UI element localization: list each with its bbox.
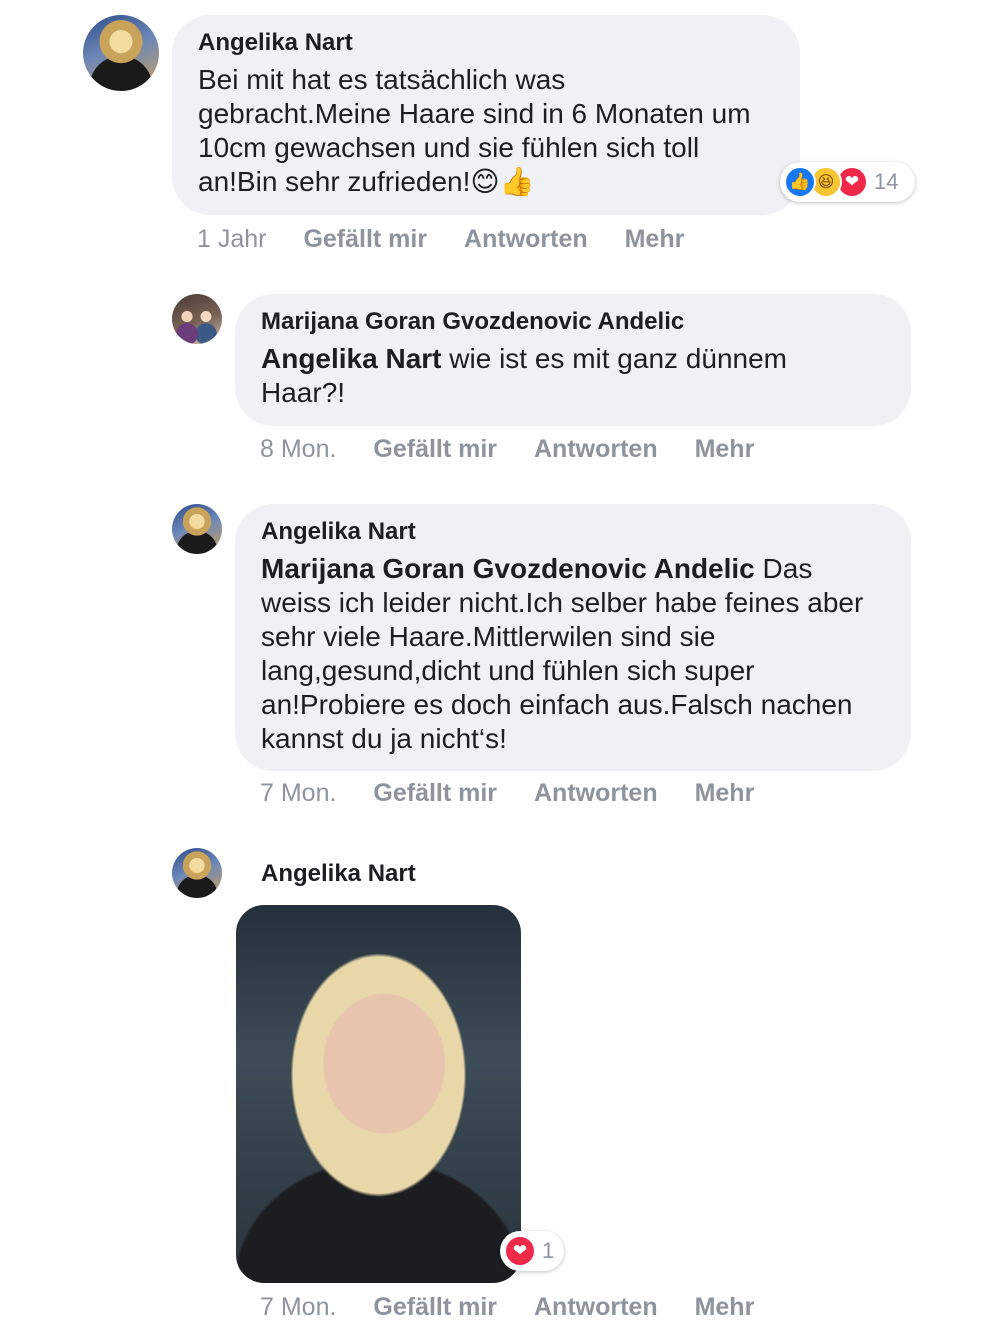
comment-actions: 1 Jahr Gefällt mir Antworten Mehr bbox=[197, 225, 714, 254]
comment-author[interactable]: Angelika Nart bbox=[261, 860, 416, 888]
timestamp[interactable]: 7 Mon. bbox=[260, 779, 336, 807]
love-icon: ❤ bbox=[504, 1235, 536, 1267]
timestamp[interactable]: 1 Jahr bbox=[197, 225, 266, 253]
like-button[interactable]: Gefällt mir bbox=[303, 225, 427, 253]
avatar[interactable] bbox=[172, 848, 222, 898]
emoji: 😊👍 bbox=[470, 166, 535, 197]
comment-photo[interactable] bbox=[236, 905, 521, 1283]
comment-actions: 7 Mon. Gefällt mir Antworten Mehr bbox=[260, 1293, 784, 1322]
comment-bubble: Angelika Nart Marijana Goran Gvozdenovic… bbox=[235, 504, 911, 771]
avatar[interactable] bbox=[172, 294, 222, 344]
comment-author[interactable]: Angelika Nart bbox=[261, 518, 885, 546]
reaction-summary[interactable]: ❤ 1 bbox=[500, 1231, 564, 1271]
comment-bubble: Angelika Nart Bei mit hat es tatsächlich… bbox=[172, 15, 800, 215]
more-button[interactable]: Mehr bbox=[695, 435, 755, 463]
comment-text: Bei mit hat es tatsächlich was gebracht.… bbox=[198, 64, 751, 197]
comment-author[interactable]: Marijana Goran Gvozdenovic Andelic bbox=[261, 308, 885, 336]
mention-link[interactable]: Marijana Goran Gvozdenovic Andelic bbox=[261, 553, 755, 584]
reply-button[interactable]: Antworten bbox=[534, 1293, 658, 1321]
mention-link[interactable]: Angelika Nart bbox=[261, 343, 442, 374]
like-button[interactable]: Gefällt mir bbox=[373, 1293, 497, 1321]
like-button[interactable]: Gefällt mir bbox=[373, 435, 497, 463]
reply-button[interactable]: Antworten bbox=[464, 225, 588, 253]
reply-button[interactable]: Antworten bbox=[534, 779, 658, 807]
reaction-count: 14 bbox=[874, 169, 899, 194]
avatar[interactable] bbox=[172, 504, 222, 554]
comment-author[interactable]: Angelika Nart bbox=[198, 29, 774, 57]
reaction-count: 1 bbox=[542, 1238, 555, 1263]
reply-button[interactable]: Antworten bbox=[534, 435, 658, 463]
comment-actions: 7 Mon. Gefällt mir Antworten Mehr bbox=[260, 779, 784, 808]
comment-actions: 8 Mon. Gefällt mir Antworten Mehr bbox=[260, 435, 784, 464]
timestamp[interactable]: 8 Mon. bbox=[260, 435, 336, 463]
more-button[interactable]: Mehr bbox=[625, 225, 685, 253]
comment-bubble: Marijana Goran Gvozdenovic Andelic Angel… bbox=[235, 294, 911, 426]
like-button[interactable]: Gefällt mir bbox=[373, 779, 497, 807]
avatar[interactable] bbox=[83, 15, 159, 91]
comment-text: Angelika Nart wie ist es mit ganz dünnem… bbox=[261, 343, 787, 408]
timestamp[interactable]: 7 Mon. bbox=[260, 1293, 336, 1321]
like-icon: 👍 bbox=[784, 166, 816, 198]
comment-text: Marijana Goran Gvozdenovic Andelic Das w… bbox=[261, 553, 864, 754]
reaction-summary[interactable]: 👍 😆 ❤ 14 bbox=[780, 162, 915, 202]
more-button[interactable]: Mehr bbox=[695, 1293, 755, 1321]
more-button[interactable]: Mehr bbox=[695, 779, 755, 807]
